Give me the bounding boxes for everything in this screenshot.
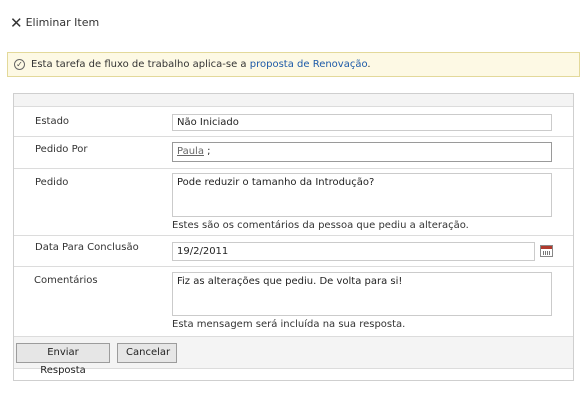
task-form: Estado Não Iniciado Pedido Por Paula ; P… bbox=[13, 93, 574, 381]
info-text: Esta tarefa de fluxo de trabalho aplica-… bbox=[31, 59, 371, 70]
workflow-info-bar: ✓ Esta tarefa de fluxo de trabalho aplic… bbox=[7, 52, 580, 77]
check-circle-icon: ✓ bbox=[14, 59, 25, 70]
person-link[interactable]: Paula bbox=[177, 146, 204, 157]
delete-item-label: Eliminar Item bbox=[25, 16, 100, 29]
pedido-por-label: Pedido Por bbox=[35, 144, 88, 155]
pedido-textarea[interactable]: Pode reduzir o tamanho da Introdução? bbox=[172, 173, 552, 217]
row-pedido: Pedido Pode reduzir o tamanho da Introdu… bbox=[14, 169, 573, 236]
estado-field[interactable]: Não Iniciado bbox=[172, 114, 552, 131]
pedido-hint: Estes são os comentários da pessoa que p… bbox=[172, 220, 469, 231]
row-data: Data Para Conclusão 19/2/2011 bbox=[14, 236, 573, 267]
estado-label: Estado bbox=[35, 116, 70, 127]
submit-button[interactable]: Enviar Resposta bbox=[16, 343, 110, 376]
row-estado: Estado Não Iniciado bbox=[14, 106, 573, 137]
comentarios-textarea[interactable]: Fiz as alterações que pediu. De volta pa… bbox=[172, 272, 552, 316]
row-comentarios: Comentários Fiz as alterações que pediu.… bbox=[14, 267, 573, 337]
row-pedido-por: Pedido Por Paula ; bbox=[14, 137, 573, 169]
proposal-link[interactable]: proposta de Renovação bbox=[250, 59, 368, 70]
date-input[interactable]: 19/2/2011 bbox=[172, 242, 535, 261]
calendar-icon bbox=[540, 245, 553, 257]
pedido-label: Pedido bbox=[35, 177, 69, 188]
close-icon: ✕ bbox=[10, 13, 23, 32]
comentarios-hint: Esta mensagem será incluída na sua respo… bbox=[172, 319, 406, 330]
pedido-por-field[interactable]: Paula ; bbox=[172, 142, 552, 162]
cancel-button[interactable]: Cancelar bbox=[117, 343, 177, 363]
date-picker-button[interactable] bbox=[539, 244, 553, 258]
comentarios-label: Comentários bbox=[34, 275, 98, 286]
form-button-bar: Enviar Resposta Cancelar bbox=[14, 337, 573, 376]
delete-item-button[interactable]: ✕ Eliminar Item bbox=[10, 13, 100, 32]
data-label: Data Para Conclusão bbox=[35, 242, 139, 253]
